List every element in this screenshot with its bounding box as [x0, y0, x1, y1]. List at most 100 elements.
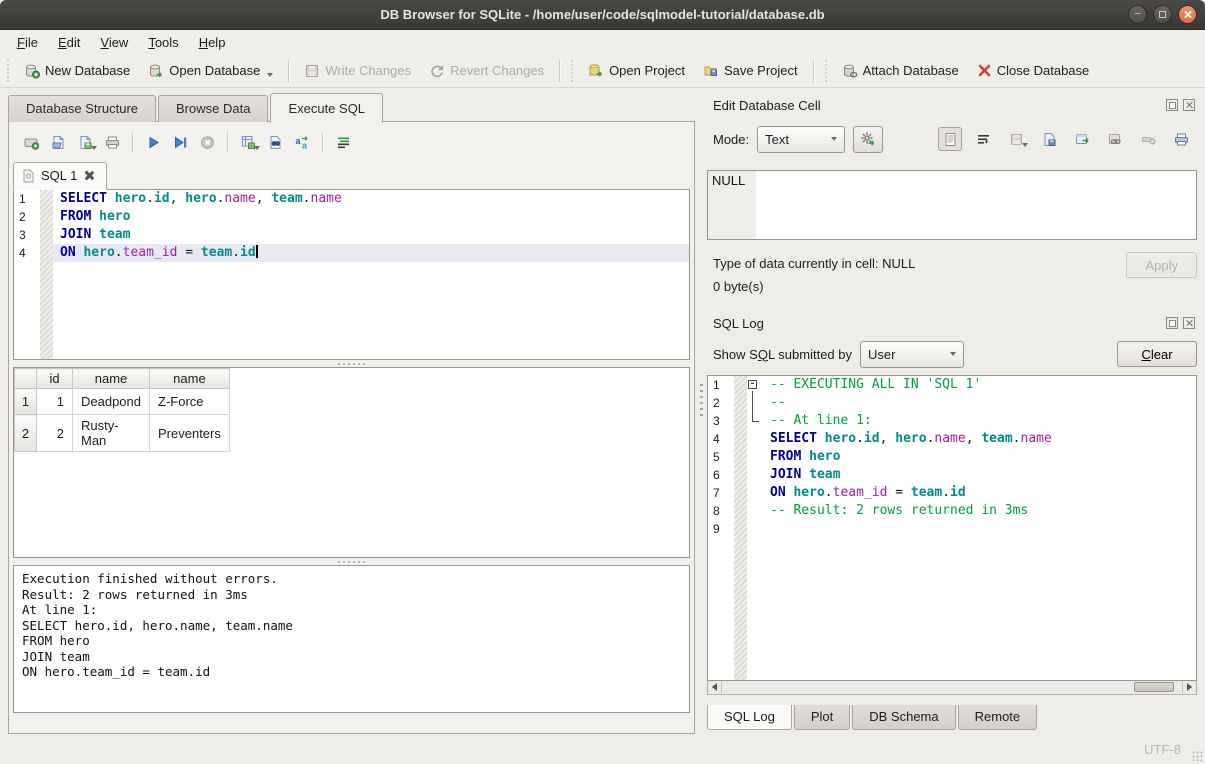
scrollbar-thumb[interactable]	[1134, 682, 1174, 692]
save-project-button[interactable]: Save Project	[694, 59, 807, 83]
print-sql-button[interactable]	[100, 130, 124, 154]
toolbar-handle[interactable]	[569, 60, 576, 82]
export-results-button[interactable]	[236, 130, 260, 154]
sql-doc-tab[interactable]: SQL 1	[13, 162, 107, 190]
cell-size-text: 0 byte(s)	[713, 275, 1126, 298]
attach-database-button[interactable]: Attach Database	[833, 59, 968, 83]
set-null-button[interactable]	[1136, 127, 1160, 151]
scroll-right-icon[interactable]	[1182, 681, 1196, 693]
tab-plot[interactable]: Plot	[794, 705, 850, 730]
menu-help[interactable]: Help	[190, 33, 235, 52]
window-title: DB Browser for SQLite - /home/user/code/…	[0, 7, 1205, 22]
tab-database-structure[interactable]: Database Structure	[8, 95, 156, 122]
apply-button[interactable]: Apply	[1126, 252, 1197, 278]
execute-sql-button[interactable]	[141, 130, 165, 154]
minimize-button[interactable]: −	[1128, 5, 1147, 24]
table-cell[interactable]: Deadpond	[73, 389, 150, 415]
import-dropdown[interactable]	[1022, 143, 1028, 147]
write-changes-button[interactable]: Write Changes	[295, 59, 420, 83]
toolbar-handle[interactable]	[823, 60, 830, 82]
resize-grip[interactable]	[1192, 751, 1202, 761]
text-view-button[interactable]	[938, 127, 962, 151]
code-seg: .	[942, 485, 950, 500]
menu-tools[interactable]: Tools	[139, 33, 187, 52]
column-header[interactable]: name	[150, 369, 230, 389]
open-sql-tab-button[interactable]	[19, 130, 43, 154]
cell-value-editor[interactable]: NULL	[707, 170, 1197, 240]
editor-results-splitter[interactable]	[13, 360, 690, 367]
open-database-dropdown[interactable]	[267, 73, 273, 77]
open-project-icon	[588, 63, 604, 79]
maximize-icon	[1159, 11, 1166, 18]
word-wrap-button[interactable]	[971, 127, 995, 151]
format-sql-button[interactable]	[331, 130, 355, 154]
open-sql-file-button[interactable]	[46, 130, 70, 154]
exec-log-line: JOIN team	[22, 649, 681, 665]
close-dock-icon[interactable]	[1183, 317, 1195, 329]
stop-sql-button[interactable]	[195, 130, 219, 154]
sql-log-view[interactable]: 1--- EXECUTING ALL IN 'SQL 1'2--3-- At l…	[707, 375, 1197, 681]
column-header[interactable]: id	[37, 369, 73, 389]
code-text: JOIN team	[763, 466, 1196, 484]
clear-log-button[interactable]: Clear	[1117, 341, 1197, 367]
open-database-button[interactable]: Open Database	[139, 59, 282, 83]
find-button[interactable]	[263, 130, 287, 154]
tab-remote[interactable]: Remote	[958, 705, 1038, 730]
format-lines-icon	[336, 135, 351, 150]
tab-execute-sql[interactable]: Execute SQL	[270, 93, 383, 123]
column-header[interactable]: name	[73, 369, 150, 389]
table-cell[interactable]: Rusty-Man	[73, 415, 150, 452]
line-number: 8	[708, 502, 734, 520]
import-cell-button[interactable]	[1004, 127, 1028, 151]
corner-header[interactable]	[15, 369, 37, 389]
table-cell[interactable]: 1	[37, 389, 73, 415]
table-cell[interactable]: Preventers	[150, 415, 230, 452]
menu-file[interactable]: File	[8, 33, 47, 52]
float-dock-icon[interactable]	[1166, 317, 1178, 329]
sql-doc-tab-close-icon[interactable]	[83, 170, 94, 181]
table-cell[interactable]: 2	[37, 415, 73, 452]
fold-marker[interactable]: -	[747, 376, 763, 394]
tab-sql-log[interactable]: SQL Log	[707, 705, 792, 730]
tab-browse-data[interactable]: Browse Data	[158, 95, 268, 122]
tab-db-schema[interactable]: DB Schema	[852, 705, 955, 730]
code-seg: FROM	[60, 209, 91, 224]
row-header[interactable]: 1	[15, 389, 37, 415]
submitter-combobox[interactable]: User	[860, 341, 964, 368]
scroll-left-icon[interactable]	[708, 681, 722, 693]
table-cell[interactable]: Z-Force	[150, 389, 230, 415]
execution-log[interactable]: Execution finished without errors.Result…	[13, 565, 690, 713]
toolbar-handle[interactable]	[5, 60, 12, 82]
line-number: 1	[14, 190, 40, 208]
close-database-button[interactable]: Close Database	[968, 59, 1099, 82]
results-log-splitter[interactable]	[13, 558, 690, 565]
replace-button[interactable]: aa	[290, 130, 314, 154]
open-in-app-button[interactable]	[1070, 127, 1094, 151]
execute-current-line-button[interactable]	[168, 130, 192, 154]
svg-text:a: a	[302, 140, 308, 150]
code-seg: team	[99, 227, 130, 242]
new-database-button[interactable]: New Database	[15, 59, 139, 83]
export-cell-button[interactable]	[1037, 127, 1061, 151]
maximize-button[interactable]	[1153, 5, 1172, 24]
row-header[interactable]: 2	[15, 415, 37, 452]
open-project-button[interactable]: Open Project	[579, 59, 694, 83]
close-button[interactable]	[1178, 5, 1197, 24]
menu-view[interactable]: View	[91, 33, 137, 52]
copy-link-button[interactable]	[1103, 127, 1127, 151]
sql-editor[interactable]: 1SELECT hero.id, hero.name, team.name2FR…	[13, 189, 690, 360]
save-sql-file-button[interactable]	[73, 130, 97, 154]
close-dock-icon[interactable]	[1183, 99, 1195, 111]
export-results-dropdown[interactable]	[254, 146, 260, 150]
save-file-dropdown[interactable]	[91, 146, 97, 150]
print-cell-button[interactable]	[1169, 127, 1193, 151]
auto-apply-button[interactable]	[853, 126, 883, 153]
code-text: FROM hero	[53, 208, 689, 226]
panel-splitter[interactable]	[695, 94, 707, 734]
menu-edit[interactable]: Edit	[49, 33, 89, 52]
revert-changes-button[interactable]: Revert Changes	[420, 59, 553, 83]
log-horizontal-scrollbar[interactable]	[707, 681, 1197, 695]
line-number: 7	[708, 484, 734, 502]
float-dock-icon[interactable]	[1166, 99, 1178, 111]
mode-combobox[interactable]: Text	[757, 126, 845, 153]
